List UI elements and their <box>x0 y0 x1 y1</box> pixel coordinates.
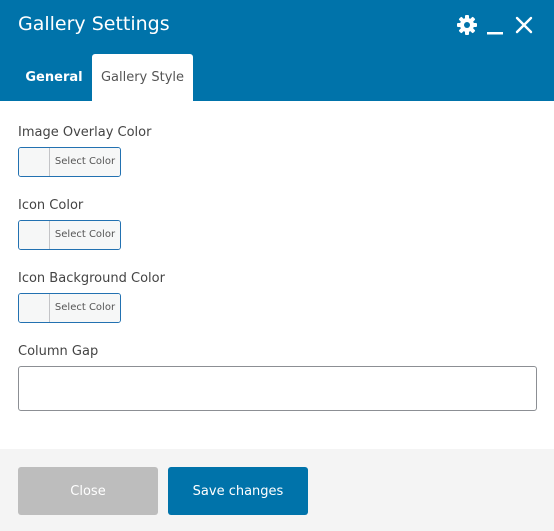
icon-color-label: Icon Color <box>18 198 84 213</box>
icon-color-button[interactable]: Select Color <box>18 220 121 250</box>
modal-footer: Close Save changes <box>0 449 554 531</box>
tab-general[interactable]: General <box>18 54 90 101</box>
select-color-label: Select Color <box>50 148 120 176</box>
icon-bg-color-label: Icon Background Color <box>18 271 165 286</box>
column-gap-input[interactable] <box>18 366 537 411</box>
color-swatch <box>19 221 50 249</box>
close-button[interactable]: Close <box>18 467 158 515</box>
tab-gallery-style[interactable]: Gallery Style <box>92 54 193 101</box>
modal-title: Gallery Settings <box>18 13 170 35</box>
select-color-label: Select Color <box>50 221 120 249</box>
overlay-color-label: Image Overlay Color <box>18 125 152 140</box>
icon-bg-color-button[interactable]: Select Color <box>18 293 121 323</box>
overlay-color-button[interactable]: Select Color <box>18 147 121 177</box>
color-swatch <box>19 148 50 176</box>
modal-header: Gallery Settings General Gallery Style <box>0 0 554 101</box>
gear-icon[interactable] <box>456 14 478 36</box>
close-icon[interactable] <box>515 16 533 34</box>
color-swatch <box>19 294 50 322</box>
gallery-settings-modal: Gallery Settings General Gallery Style I… <box>0 0 554 531</box>
minimize-icon[interactable] <box>486 14 504 36</box>
save-changes-button[interactable]: Save changes <box>168 467 308 515</box>
select-color-label: Select Color <box>50 294 120 322</box>
column-gap-label: Column Gap <box>18 344 99 359</box>
